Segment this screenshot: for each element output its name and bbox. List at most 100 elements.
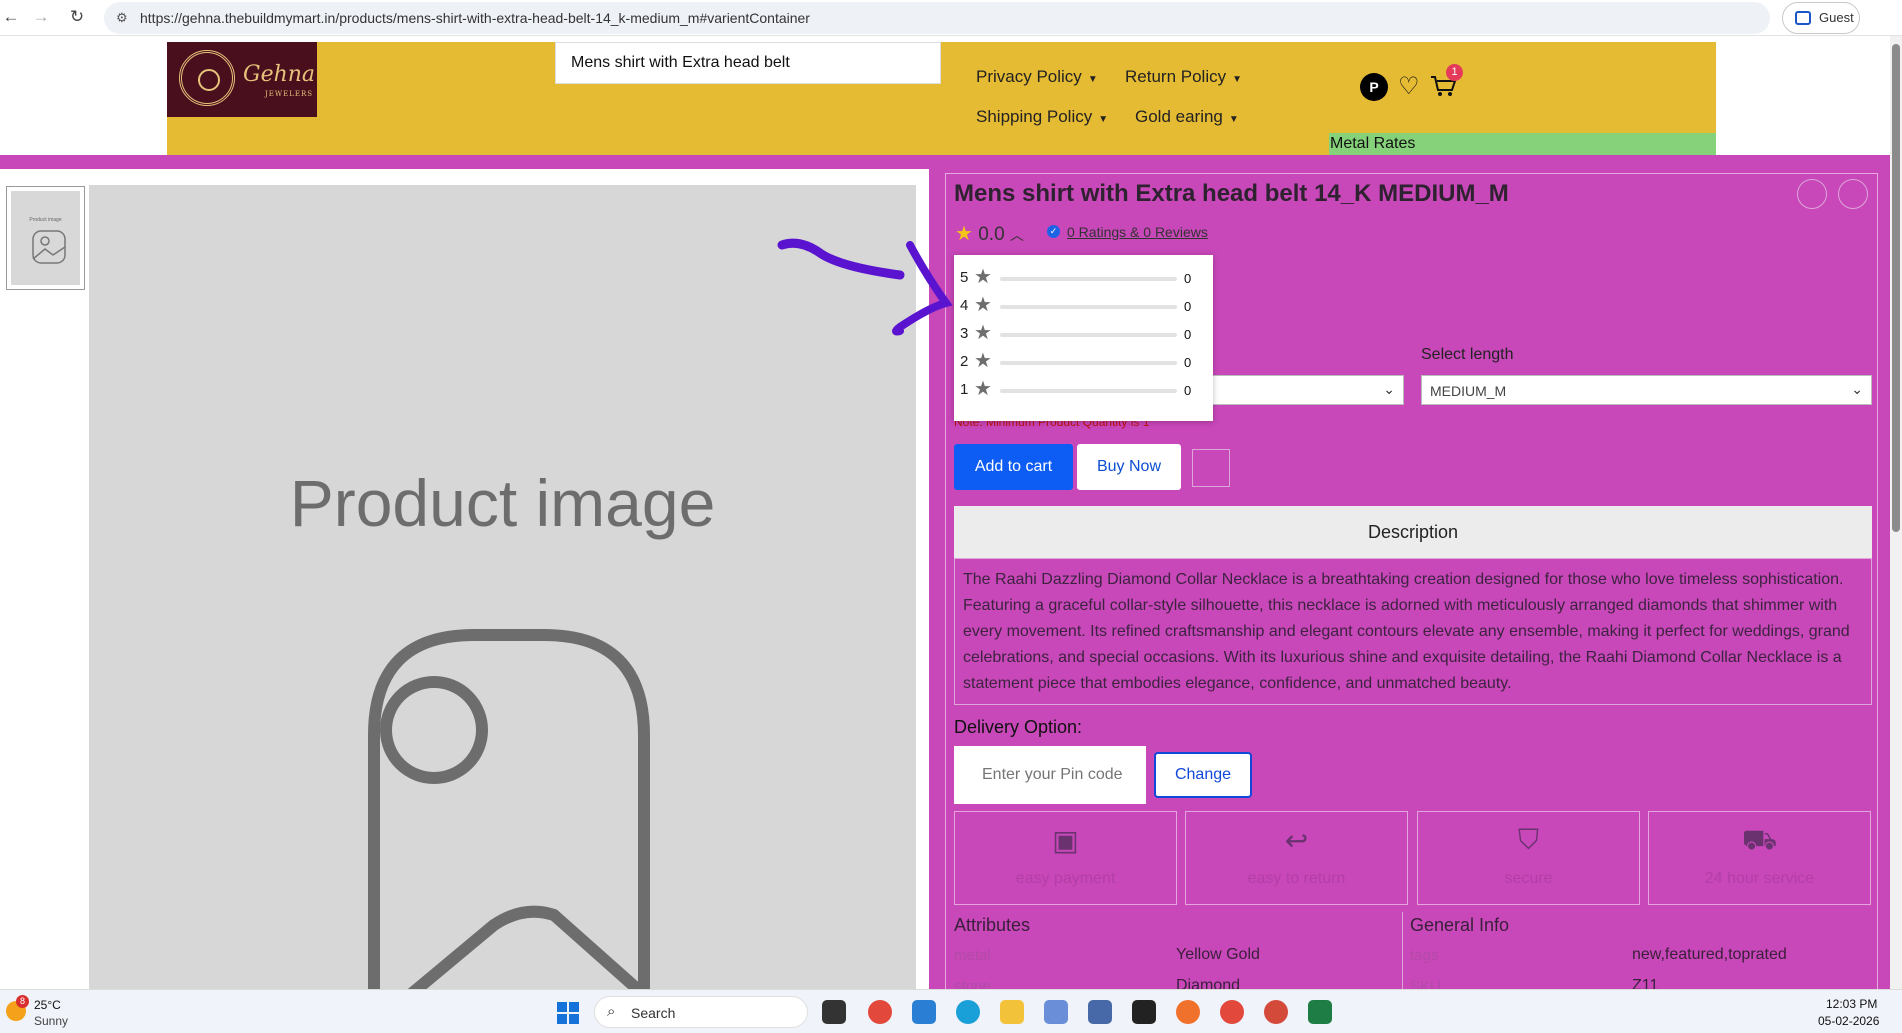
rating-bar <box>1000 361 1177 365</box>
star-icon: ★ <box>974 350 992 372</box>
variant-select[interactable]: ⌄ <box>1212 375 1404 405</box>
rating-count: 0 <box>1184 271 1192 286</box>
add-to-cart-button[interactable]: Add to cart <box>954 444 1073 490</box>
caret-down-icon: ▼ <box>1098 114 1109 125</box>
logo-subtitle: JEWELERS <box>265 90 314 98</box>
notepad-icon[interactable] <box>1088 1000 1112 1024</box>
truck-icon: ⛟ <box>1741 824 1778 855</box>
buy-now-button[interactable]: Buy Now <box>1077 444 1181 490</box>
guest-profile-button[interactable]: Guest <box>1782 2 1860 34</box>
metal-rates-bar[interactable]: Metal Rates <box>1329 133 1716 156</box>
rating-bar <box>1000 277 1177 281</box>
file-explorer-icon[interactable] <box>1000 1000 1024 1024</box>
cart-count-badge: 1 <box>1446 64 1463 81</box>
back-icon[interactable]: ← <box>0 6 22 28</box>
search-input[interactable]: Mens shirt with Extra head belt <box>555 42 941 84</box>
chrome-active-icon[interactable] <box>1220 1000 1244 1024</box>
postman-icon[interactable] <box>1176 1000 1200 1024</box>
feature-easy-return: ↩ easy to return <box>1185 811 1408 905</box>
rating-value: 0.0 <box>978 224 1005 245</box>
rating-row: 5 ★ 0 <box>960 267 1200 289</box>
wishlist-button[interactable] <box>1192 449 1230 487</box>
select-length-label: Select length <box>1421 346 1514 363</box>
thumbnail-label: Product image <box>29 217 62 223</box>
chevron-down-icon: ⌄ <box>1383 381 1395 397</box>
page-scrollbar[interactable] <box>1890 36 1902 989</box>
menu-privacy-policy[interactable]: Privacy Policy ▼ <box>976 67 1098 87</box>
divider <box>1402 912 1403 989</box>
clock-date[interactable]: 05-02-2026 <box>1818 1014 1879 1028</box>
forward-icon[interactable]: → <box>30 6 52 28</box>
address-bar[interactable]: ⚙ https://gehna.thebuildmymart.in/produc… <box>104 2 1770 34</box>
length-select[interactable]: MEDIUM_M ⌄ <box>1421 375 1872 405</box>
chrome-profile-icon[interactable] <box>1264 1000 1288 1024</box>
edge-icon[interactable] <box>956 1000 980 1024</box>
verified-check-icon: ✓ <box>1047 225 1060 238</box>
ratings-reviews-link[interactable]: 0 Ratings & 0 Reviews <box>1067 224 1208 240</box>
rating-row: 3 ★ 0 <box>960 323 1200 345</box>
scrollbar-thumb[interactable] <box>1892 44 1900 532</box>
terminal-icon[interactable] <box>1132 1000 1156 1024</box>
image-placeholder-icon <box>368 629 650 989</box>
chrome-icon[interactable] <box>868 1000 892 1024</box>
compare-icon[interactable] <box>1838 179 1868 209</box>
logo-name: Gehna <box>243 62 316 87</box>
rating-count: 0 <box>1184 327 1192 342</box>
rating-row: 1 ★ 0 <box>960 378 1200 401</box>
site-logo[interactable]: Gehna JEWELERS <box>167 42 317 117</box>
menu-label: Return Policy <box>1125 67 1227 86</box>
excel-icon[interactable] <box>1308 1000 1332 1024</box>
description-heading[interactable]: Description <box>954 506 1872 558</box>
weather-badge: 8 <box>16 995 29 1008</box>
menu-label: Privacy Policy <box>976 67 1082 86</box>
weather-temperature[interactable]: 25°C <box>34 998 61 1012</box>
annotation-scribble <box>777 238 953 336</box>
caret-down-icon: ▼ <box>1228 114 1239 125</box>
length-select-value: MEDIUM_M <box>1430 383 1507 399</box>
feature-label: easy payment <box>1015 870 1116 887</box>
rating-count: 0 <box>1184 355 1192 370</box>
menu-gold-earing[interactable]: Gold earing ▼ <box>1135 107 1239 127</box>
attribute-key: metal <box>954 947 991 964</box>
rating-stars-number: 1 <box>960 381 969 398</box>
menu-return-policy[interactable]: Return Policy ▼ <box>1125 67 1242 87</box>
image-placeholder-icon <box>32 230 66 264</box>
clock-time[interactable]: 12:03 PM <box>1826 997 1877 1011</box>
search-icon: ⌕ <box>607 1003 616 1020</box>
menu-label: Gold earing <box>1135 107 1223 126</box>
general-info-key: tags <box>1410 947 1439 964</box>
description-text: The Raahi Dazzling Diamond Collar Neckla… <box>954 558 1872 705</box>
product-thumbnail[interactable]: Product image <box>6 186 85 290</box>
attribute-value: Yellow Gold <box>1176 946 1260 963</box>
attributes-heading: Attributes <box>954 915 1031 935</box>
caret-down-icon: ▼ <box>1087 74 1098 85</box>
menu-shipping-policy[interactable]: Shipping Policy ▼ <box>976 107 1108 127</box>
rating-row: 4 ★ 0 <box>960 295 1200 317</box>
snipping-tool-icon[interactable] <box>1044 1000 1068 1024</box>
menu-label: Shipping Policy <box>976 107 1093 126</box>
task-view-icon[interactable] <box>822 1000 846 1024</box>
site-info-icon[interactable]: ⚙ <box>116 10 128 26</box>
pincode-input[interactable] <box>954 746 1146 804</box>
rating-breakdown-popup: 5 ★ 0 4 ★ 0 3 ★ 0 2 ★ 0 1 ★ 0 <box>954 255 1213 421</box>
feature-label: secure <box>1504 870 1553 887</box>
weather-condition[interactable]: Sunny <box>34 1014 68 1028</box>
reload-icon[interactable]: ↻ <box>66 6 88 28</box>
vscode-icon[interactable] <box>912 1000 936 1024</box>
share-icon[interactable] <box>1797 179 1827 209</box>
url-text[interactable]: https://gehna.thebuildmymart.in/products… <box>140 10 810 26</box>
user-avatar[interactable]: P <box>1360 73 1388 101</box>
chevron-up-icon[interactable]: ︿ <box>1010 227 1024 243</box>
wishlist-heart-icon[interactable]: ♡ <box>1398 74 1420 100</box>
feature-secure: ⛉ secure <box>1417 811 1640 905</box>
guest-label: Guest <box>1819 10 1854 25</box>
main-image-label: Product image <box>289 466 716 540</box>
windows-start-icon[interactable] <box>557 1002 579 1024</box>
taskbar-search[interactable]: ⌕ Search <box>594 996 808 1028</box>
change-button[interactable]: Change <box>1154 752 1252 798</box>
star-icon: ★ <box>974 378 992 400</box>
feature-easy-payment: ▣ easy payment <box>954 811 1177 905</box>
shield-check-icon: ⛉ <box>1517 824 1539 855</box>
rating-bar <box>1000 389 1177 393</box>
profile-icon <box>1795 11 1811 25</box>
